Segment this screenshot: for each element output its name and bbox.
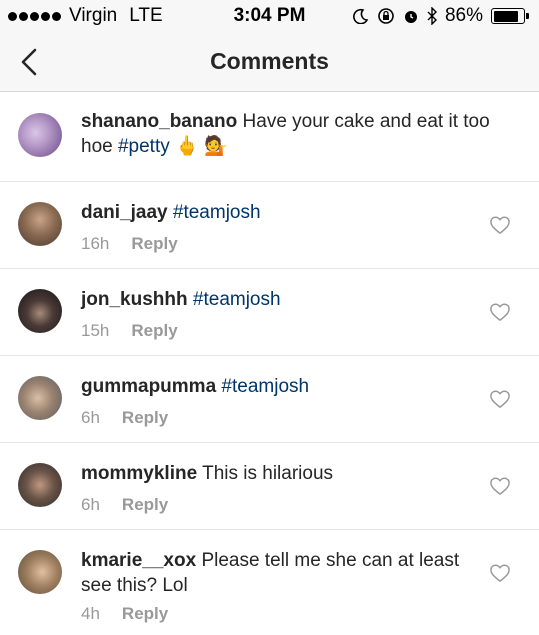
bluetooth-icon: [427, 7, 437, 25]
comment-meta: 6h Reply: [81, 408, 168, 428]
heart-icon[interactable]: [489, 302, 511, 322]
battery-fill: [493, 10, 519, 22]
comment-hashtag[interactable]: #teamjosh: [193, 289, 281, 310]
comment-row: jon_kushhh #teamjosh 15h Reply: [0, 269, 539, 356]
rotation-lock-icon: [378, 8, 394, 24]
alarm-icon: [404, 11, 417, 23]
comment-hashtag[interactable]: #teamjosh: [221, 376, 309, 397]
avatar[interactable]: [18, 113, 62, 157]
comment-row: gummapumma #teamjosh 6h Reply: [0, 356, 539, 443]
comment-meta: 15h Reply: [81, 321, 178, 341]
heart-icon[interactable]: [489, 389, 511, 409]
comment-time: 15h: [81, 321, 110, 340]
reply-button[interactable]: Reply: [131, 321, 177, 341]
comment-meta: 6h Reply: [81, 495, 168, 515]
comment-text: mommykline This is hilarious: [81, 461, 479, 486]
status-bar: Virgin LTE 3:04 PM 86%: [0, 0, 539, 33]
comment-time: 6h: [81, 495, 100, 514]
reply-button[interactable]: Reply: [122, 408, 168, 428]
avatar[interactable]: [18, 550, 62, 594]
moon-icon: [353, 8, 369, 24]
status-right: 86%: [353, 5, 529, 27]
caption-username[interactable]: shanano_banano: [81, 111, 237, 132]
comment-username[interactable]: dani_jaay: [81, 202, 168, 223]
comment-username[interactable]: kmarie__xox: [81, 550, 196, 571]
avatar[interactable]: [18, 289, 62, 333]
heart-icon[interactable]: [489, 563, 511, 583]
avatar[interactable]: [18, 202, 62, 246]
battery-icon: [491, 8, 529, 24]
comment-meta: 16h Reply: [81, 234, 178, 254]
comment-text: jon_kushhh #teamjosh: [81, 287, 479, 312]
heart-icon[interactable]: [489, 215, 511, 235]
comment-row: mommykline This is hilarious 6h Reply: [0, 443, 539, 530]
comment-username[interactable]: jon_kushhh: [81, 289, 188, 310]
comment-username[interactable]: gummapumma: [81, 376, 216, 397]
comment-time: 4h: [81, 604, 100, 623]
comment-row: kmarie__xox Please tell me she can at le…: [0, 530, 539, 635]
caption-emoji: 🖕 💁: [175, 136, 228, 157]
comment-row: dani_jaay #teamjosh 16h Reply: [0, 182, 539, 269]
nav-bar: Comments: [0, 33, 539, 92]
caption-text: shanano_banano Have your cake and eat it…: [81, 109, 519, 159]
caption-hashtag[interactable]: #petty: [118, 136, 170, 157]
comment-text: dani_jaay #teamjosh: [81, 200, 479, 225]
heart-icon[interactable]: [489, 476, 511, 496]
comment-hashtag[interactable]: #teamjosh: [173, 202, 261, 223]
avatar[interactable]: [18, 463, 62, 507]
avatar[interactable]: [18, 376, 62, 420]
comment-text: kmarie__xox Please tell me she can at le…: [81, 548, 479, 598]
comment-list: shanano_banano Have your cake and eat it…: [0, 93, 539, 635]
comment-time: 16h: [81, 234, 110, 253]
comment-message: This is hilarious: [202, 463, 334, 484]
caption-row: shanano_banano Have your cake and eat it…: [0, 93, 539, 182]
page-title: Comments: [210, 48, 329, 74]
reply-button[interactable]: Reply: [131, 234, 177, 254]
comment-username[interactable]: mommykline: [81, 463, 197, 484]
comment-text: gummapumma #teamjosh: [81, 374, 479, 399]
comment-meta: 4h Reply: [81, 604, 168, 624]
comment-time: 6h: [81, 408, 100, 427]
reply-button[interactable]: Reply: [122, 604, 168, 624]
reply-button[interactable]: Reply: [122, 495, 168, 515]
battery-percent: 86%: [444, 5, 483, 26]
